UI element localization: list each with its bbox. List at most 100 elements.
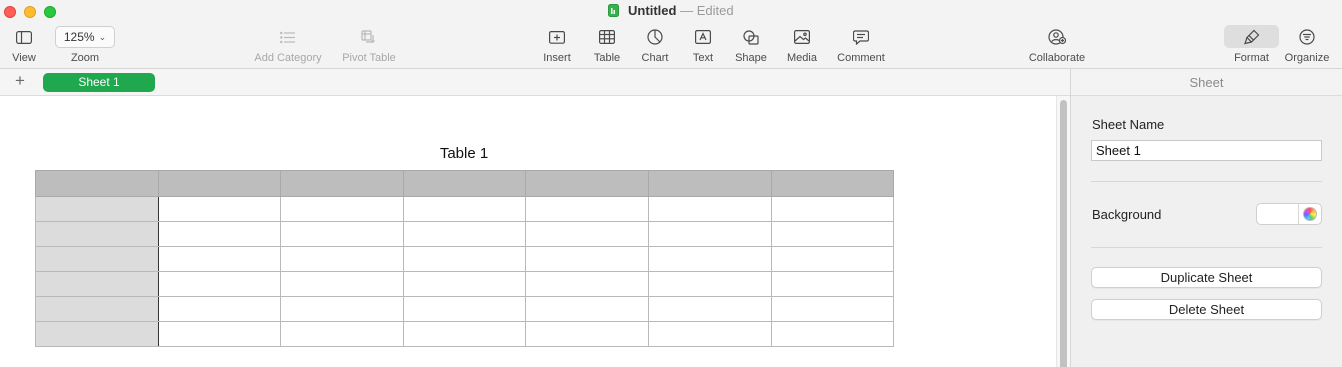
table-row <box>35 221 895 247</box>
table-cell[interactable] <box>157 321 282 347</box>
divider <box>1091 247 1322 248</box>
text-box-icon <box>695 30 711 44</box>
background-color-well[interactable] <box>1256 203 1322 225</box>
numbers-doc-icon <box>608 4 620 17</box>
table-cell[interactable] <box>525 296 649 322</box>
table-cell[interactable] <box>402 296 527 322</box>
duplicate-sheet-button[interactable]: Duplicate Sheet <box>1091 267 1322 288</box>
shape-button[interactable]: Shape <box>732 26 770 64</box>
table-cell[interactable] <box>525 321 649 347</box>
table-cell[interactable] <box>770 246 895 272</box>
table-cell[interactable] <box>770 221 895 247</box>
zoom-select[interactable]: 125% ⌄ <box>55 26 115 48</box>
table-cell[interactable] <box>402 271 527 297</box>
table-cell[interactable] <box>402 196 527 222</box>
table-cell[interactable] <box>157 271 282 297</box>
table-cell[interactable] <box>157 196 282 222</box>
format-button[interactable]: Format <box>1230 26 1273 64</box>
table-cell[interactable] <box>35 221 159 247</box>
table-cell[interactable] <box>647 196 772 222</box>
table-cell[interactable] <box>35 246 159 272</box>
comment-button[interactable]: Comment <box>834 26 888 64</box>
table-cell[interactable] <box>35 321 159 347</box>
add-category-button[interactable]: Add Category <box>252 26 324 64</box>
table-cell[interactable] <box>157 221 282 247</box>
table-cell[interactable] <box>770 271 895 297</box>
document-title: Untitled <box>628 3 677 18</box>
view-button[interactable]: View <box>9 26 39 64</box>
collaborate-button[interactable]: Collaborate <box>1024 26 1090 64</box>
media-button[interactable]: Media <box>784 26 820 64</box>
table-cell[interactable] <box>525 196 649 222</box>
pivot-table-icon <box>361 29 375 43</box>
table-button[interactable]: Table <box>590 26 624 64</box>
table-cell[interactable] <box>647 221 772 247</box>
table-cell[interactable] <box>770 321 895 347</box>
photo-icon <box>794 30 810 44</box>
table-cell[interactable] <box>157 246 282 272</box>
text-button[interactable]: Text <box>688 26 718 64</box>
table-cell[interactable] <box>280 196 404 222</box>
color-wheel-icon[interactable] <box>1303 207 1317 221</box>
table-cell[interactable] <box>280 271 404 297</box>
table-cell[interactable] <box>280 296 404 322</box>
table-cell[interactable] <box>647 170 772 197</box>
insert-button[interactable]: Insert <box>538 26 576 64</box>
delete-sheet-button[interactable]: Delete Sheet <box>1091 299 1322 320</box>
sheet-name-label: Sheet Name <box>1092 117 1165 132</box>
chart-button[interactable]: Chart <box>637 26 673 64</box>
table-cell[interactable] <box>770 296 895 322</box>
table-cell[interactable] <box>647 246 772 272</box>
table-cell[interactable] <box>525 170 649 197</box>
table-cell[interactable] <box>280 246 404 272</box>
pie-chart-icon <box>647 29 663 45</box>
numbers-window: Untitled — Edited View 125% ⌄ Zoom Add C… <box>0 0 1342 367</box>
table-cell[interactable] <box>157 296 282 322</box>
sheet-canvas[interactable]: Table 1 <box>0 96 1056 367</box>
table-cell[interactable] <box>157 170 282 197</box>
zoom-control[interactable]: 125% ⌄ Zoom <box>54 26 116 64</box>
table-cell[interactable] <box>525 246 649 272</box>
pivot-table-label: Pivot Table <box>342 52 396 64</box>
table-cell[interactable] <box>35 296 159 322</box>
organize-button[interactable]: Organize <box>1283 26 1331 64</box>
comment-label: Comment <box>837 52 885 64</box>
table-cell[interactable] <box>280 221 404 247</box>
format-inspector: Sheet Sheet Name Background Duplicate Sh… <box>1070 69 1342 367</box>
sheet-name-field[interactable] <box>1091 140 1322 161</box>
table-title[interactable]: Table 1 <box>364 145 564 162</box>
sheet-tab[interactable]: Sheet 1 <box>43 73 155 92</box>
table-cell[interactable] <box>402 170 527 197</box>
divider <box>1091 181 1322 182</box>
table-cell[interactable] <box>647 321 772 347</box>
table-cell[interactable] <box>280 170 404 197</box>
table-cell[interactable] <box>770 196 895 222</box>
organize-label: Organize <box>1284 52 1330 64</box>
table-cell[interactable] <box>525 221 649 247</box>
spreadsheet-table[interactable] <box>35 170 895 347</box>
table-cell[interactable] <box>647 271 772 297</box>
table-icon <box>599 30 615 44</box>
chevron-down-icon: ⌄ <box>98 31 107 42</box>
table-cell[interactable] <box>647 296 772 322</box>
vertical-scrollbar[interactable] <box>1056 96 1070 367</box>
table-cell[interactable] <box>525 271 649 297</box>
format-label: Format <box>1234 52 1269 64</box>
table-cell[interactable] <box>402 221 527 247</box>
table-cell[interactable] <box>35 170 159 197</box>
table-cell[interactable] <box>402 246 527 272</box>
zoom-value: 125% <box>63 30 95 44</box>
shape-icon <box>743 29 759 45</box>
table-cell[interactable] <box>35 271 159 297</box>
pivot-table-button[interactable]: Pivot Table <box>340 26 398 64</box>
table-cell[interactable] <box>280 321 404 347</box>
inspector-header: Sheet <box>1071 69 1342 96</box>
divider <box>1298 204 1299 224</box>
shape-label: Shape <box>735 52 767 64</box>
scroll-thumb[interactable] <box>1060 100 1067 367</box>
add-sheet-button[interactable]: + <box>12 72 28 90</box>
background-label: Background <box>1092 207 1162 222</box>
table-cell[interactable] <box>35 196 159 222</box>
table-cell[interactable] <box>402 321 527 347</box>
table-cell[interactable] <box>770 170 895 197</box>
